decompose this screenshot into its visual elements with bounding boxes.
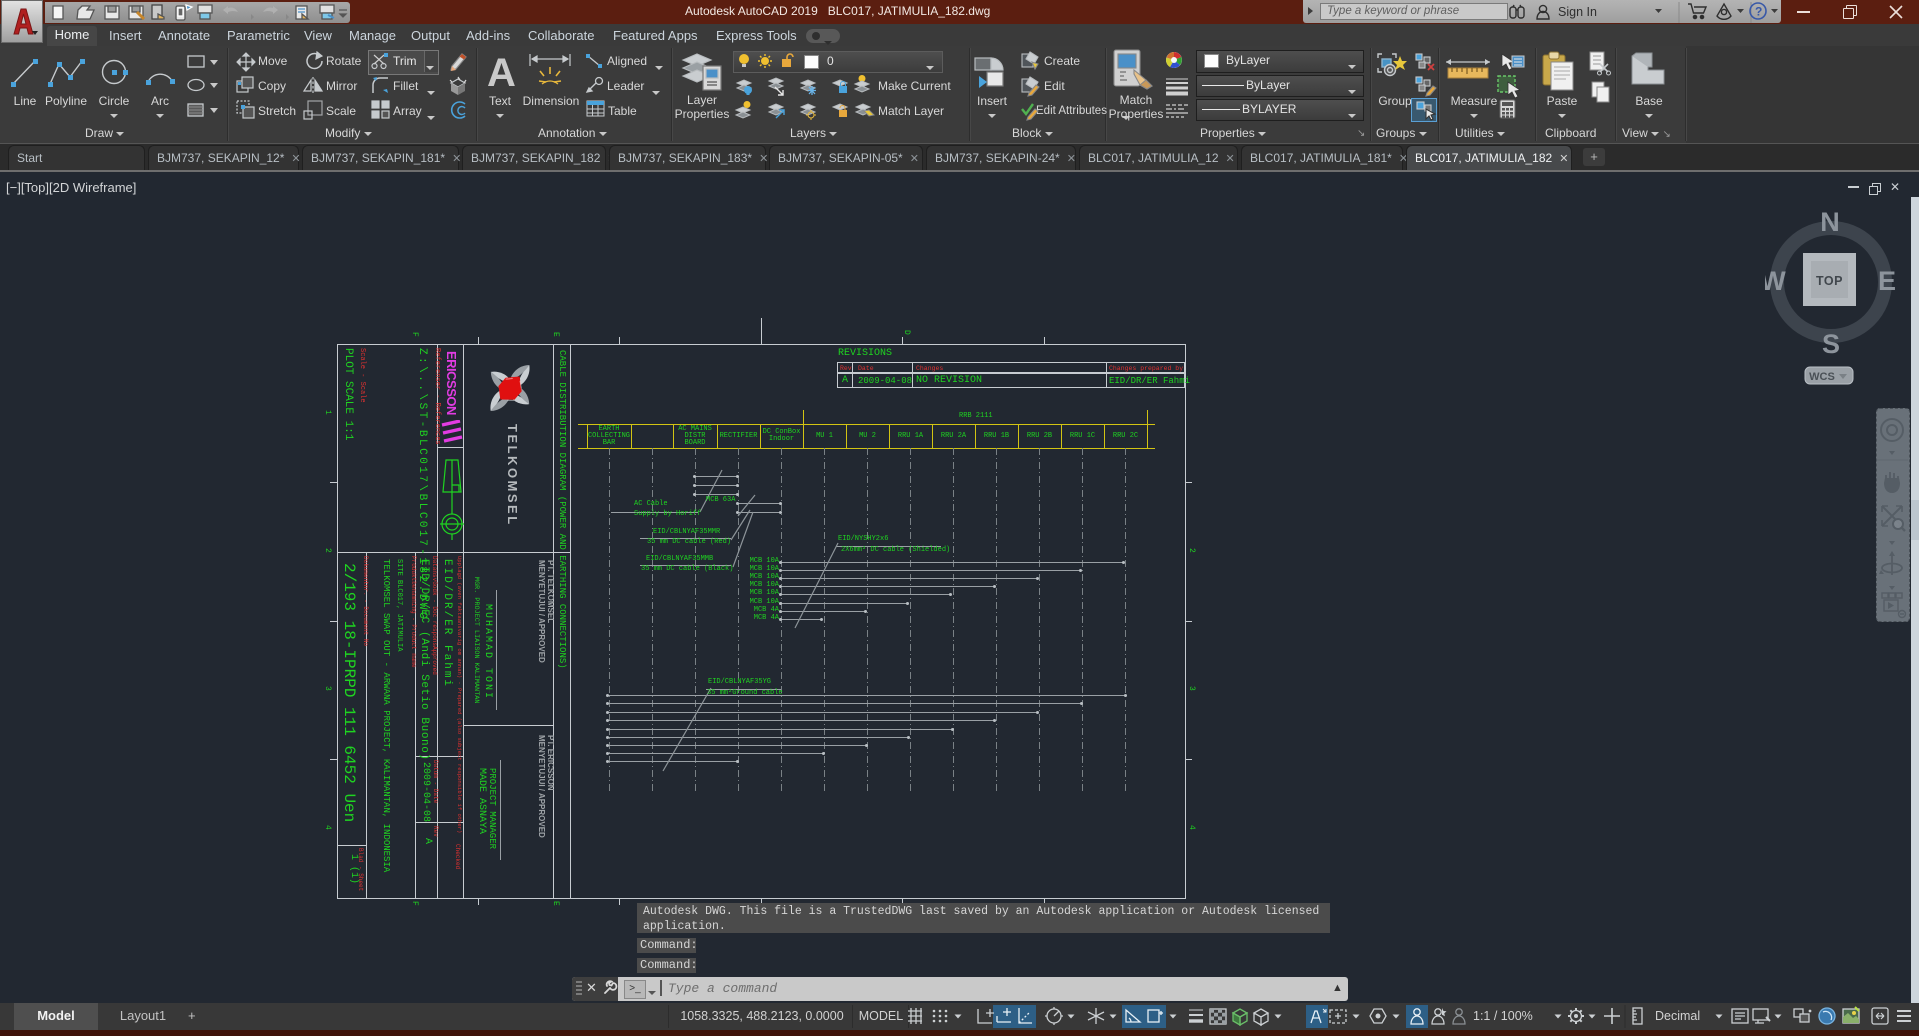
svg-text:?: ? (1755, 5, 1762, 19)
svg-text:1:1 / 100%: 1:1 / 100% (1473, 1009, 1533, 1023)
svg-text:Decimal: Decimal (1655, 1009, 1700, 1023)
svg-text:A: A (487, 51, 516, 95)
